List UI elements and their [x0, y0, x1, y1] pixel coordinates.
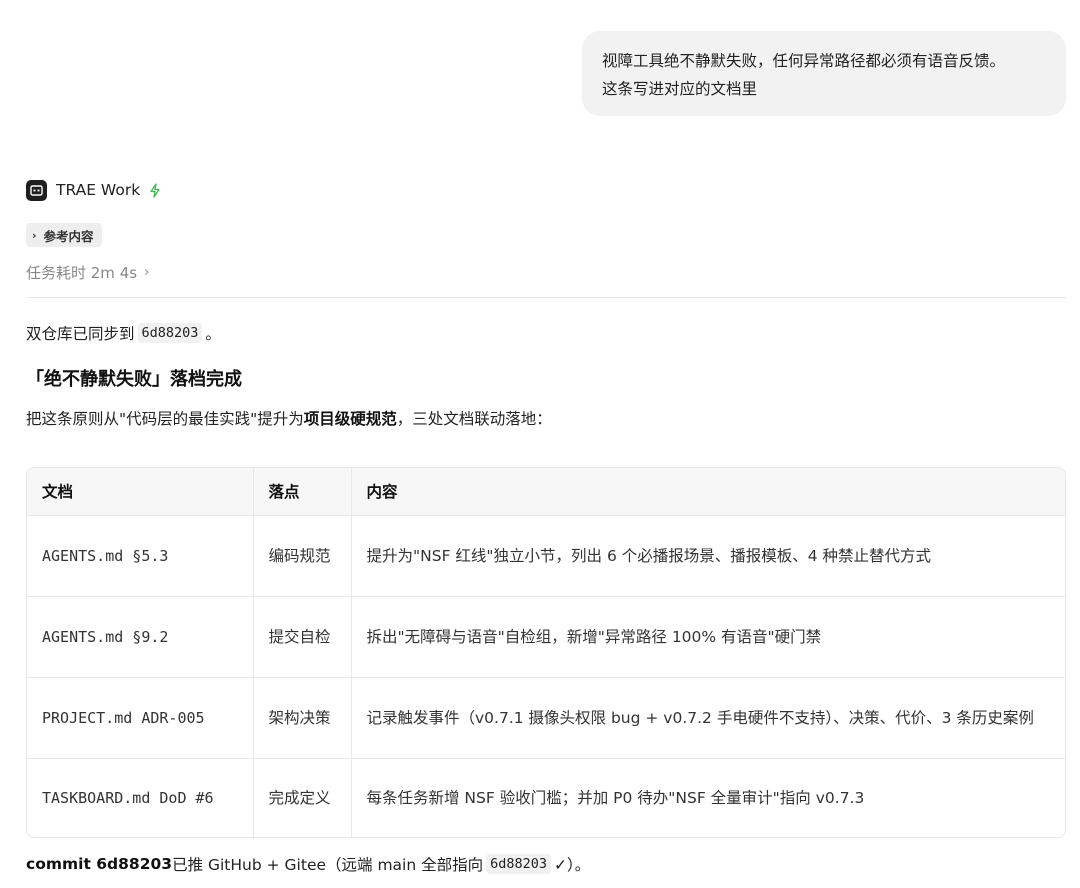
intro-paragraph: 把这条原则从"代码层的最佳实践"提升为项目级硬规范，三处文档联动落地： — [26, 407, 552, 429]
cell-doc: PROJECT.md ADR-005 — [27, 677, 254, 759]
docs-table: 文档 落点 内容 AGENTS.md §5.3 编码规范 提升为"NSF 红线"… — [26, 467, 1066, 838]
table-header-row: 文档 落点 内容 — [27, 468, 1065, 516]
reference-content-toggle[interactable]: › 参考内容 — [26, 223, 102, 247]
table-row: AGENTS.md §5.3 编码规范 提升为"NSF 红线"独立小节，列出 6… — [27, 515, 1065, 597]
commit-status: commit 6d88203 已推 GitHub + Gitee（远端 main… — [26, 853, 590, 875]
section-title: 「绝不静默失败」落档完成 — [26, 369, 242, 390]
user-message-bubble: 视障工具绝不静默失败，任何异常路径都必须有语音反馈。 这条写进对应的文档里 — [582, 31, 1066, 116]
agent-header: TRAE Work — [26, 178, 161, 202]
intro-before: 把这条原则从"代码层的最佳实践"提升为 — [26, 410, 304, 428]
commit-hash: 6d88203 — [486, 854, 551, 874]
header-content: 内容 — [351, 468, 1065, 516]
intro-bold: 项目级硬规范 — [303, 410, 397, 428]
cell-content: 拆出"无障碍与语音"自检组，新增"异常路径 100% 有语音"硬门禁 — [351, 596, 1065, 678]
cell-doc: AGENTS.md §9.2 — [27, 596, 254, 678]
sync-suffix: 。 — [205, 325, 221, 343]
table-row: PROJECT.md ADR-005 架构决策 记录触发事件（v0.7.1 摄像… — [27, 677, 1065, 759]
task-duration-toggle[interactable]: 任务耗时 2m 4s › — [26, 262, 149, 283]
lightning-bolt-icon — [149, 182, 161, 198]
chevron-right-icon: › — [32, 228, 37, 242]
agent-name: TRAE Work — [56, 181, 141, 199]
divider — [26, 297, 1066, 298]
cell-point: 提交自检 — [253, 596, 352, 678]
terminal-badge-icon — [26, 179, 47, 201]
user-message-line-1: 视障工具绝不静默失败，任何异常路径都必须有语音反馈。 — [602, 52, 1006, 70]
cell-content: 记录触发事件（v0.7.1 摄像头权限 bug + v0.7.2 手电硬件不支持… — [351, 677, 1065, 759]
cell-doc: TASKBOARD.md DoD #6 — [27, 758, 254, 837]
commit-label: commit 6d88203 — [26, 855, 173, 873]
cell-point: 编码规范 — [253, 515, 352, 597]
sync-status: 双仓库已同步到 6d88203 。 — [26, 322, 221, 344]
cell-content: 每条任务新增 NSF 验收门槛；并加 P0 待办"NSF 全量审计"指向 v0.… — [366, 789, 865, 808]
intro-after: ，三处文档联动落地： — [396, 410, 552, 428]
cell-doc: AGENTS.md §5.3 — [27, 515, 254, 597]
sync-commit-hash: 6d88203 — [137, 323, 203, 343]
commit-suffix: ✓）。 — [554, 856, 591, 874]
chevron-right-icon: › — [144, 265, 150, 280]
table-row: AGENTS.md §9.2 提交自检 拆出"无障碍与语音"自检组，新增"异常路… — [27, 596, 1065, 678]
header-doc: 文档 — [27, 468, 254, 516]
sync-prefix: 双仓库已同步到 — [26, 325, 135, 343]
task-duration-label: 任务耗时 2m 4s — [26, 264, 138, 282]
header-point: 落点 — [253, 468, 352, 516]
cell-point: 完成定义 — [253, 758, 352, 837]
cell-point: 架构决策 — [253, 677, 352, 759]
commit-middle: 已推 GitHub + Gitee（远端 main 全部指向 — [172, 856, 484, 874]
user-message-line-2: 这条写进对应的文档里 — [602, 80, 758, 98]
table-row: TASKBOARD.md DoD #6 完成定义 每条任务新增 NSF 验收门槛… — [27, 758, 1065, 837]
cell-content: 提升为"NSF 红线"独立小节，列出 6 个必播报场景、播报模板、4 种禁止替代… — [351, 515, 1065, 597]
reference-content-label: 参考内容 — [43, 228, 94, 244]
